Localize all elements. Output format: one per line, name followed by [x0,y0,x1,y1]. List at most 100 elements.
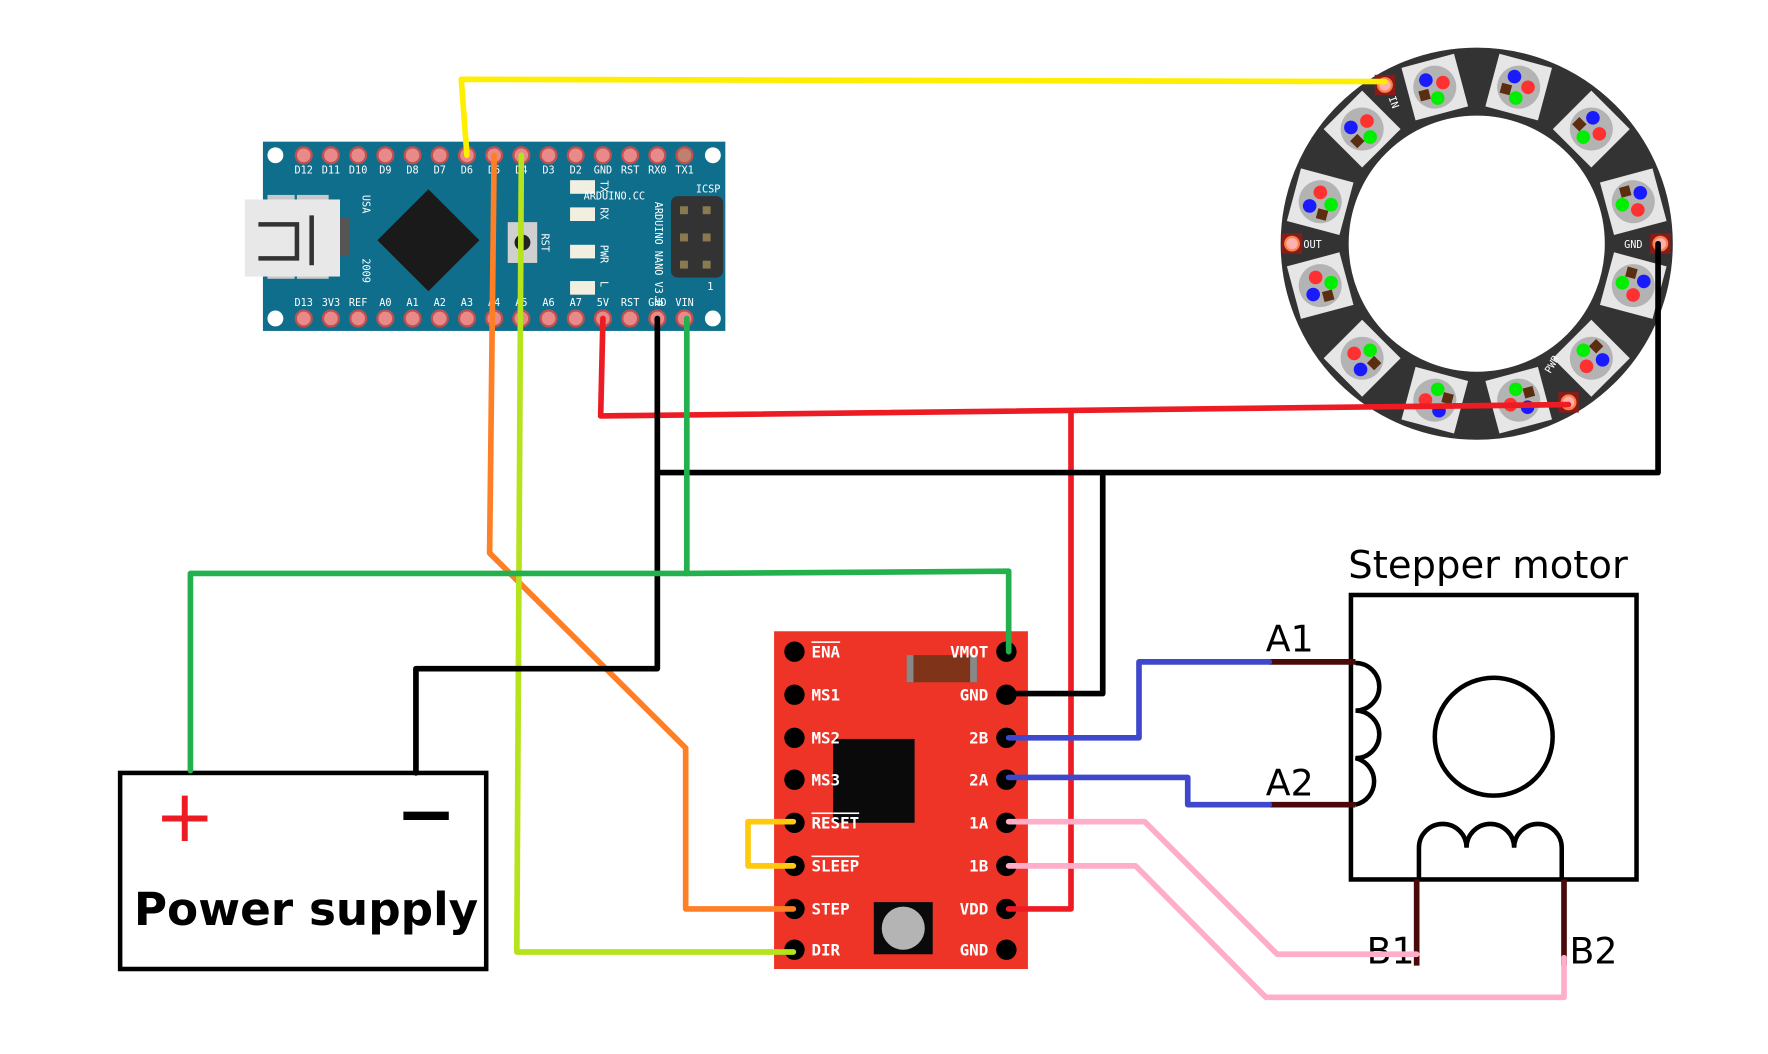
pin-a6[interactable] [539,309,558,328]
pin-a7[interactable] [566,309,585,328]
driver-pin-label: MS3 [811,770,840,789]
pin-label: A2 [434,298,446,309]
usb-connector [244,199,340,277]
pin-label: A6 [542,298,554,309]
icsp-pin [702,206,711,215]
wire-gnd-supply [413,315,661,776]
driver-pin-gnd[interactable] [996,939,1017,960]
pin-d2[interactable] [566,146,585,165]
pin-rst[interactable] [621,309,640,328]
pin-d10[interactable] [349,146,368,165]
driver-pin-label: 1A [969,813,989,832]
pin-label: 3V3 [322,298,340,309]
driver-pin-label: VDD [960,900,989,919]
pin-label: GND [648,298,666,309]
brand-label: ARDUINO.CC [584,191,645,202]
lead-a2: A2 [1266,762,1314,805]
plus-terminal: + [154,775,215,859]
minus-terminal: − [396,773,457,857]
pin-a1[interactable] [403,309,422,328]
pin-d11[interactable] [321,146,340,165]
pin-label: D7 [434,165,446,176]
driver-pin-label: STEP [811,900,849,919]
pin-label: RX0 [648,165,666,176]
pin-label: D3 [542,165,554,176]
pin-a0[interactable] [376,309,395,328]
led-label: RX [598,207,609,220]
pin-d8[interactable] [403,146,422,165]
mounting-hole [267,310,284,327]
driver-pin-ms1[interactable] [784,684,805,705]
pin-d13[interactable] [294,309,313,328]
led-ring: OUT GND IN PWR [1280,47,1673,440]
pin-label: D6 [461,165,473,176]
pin-label: D12 [295,165,313,176]
icsp-pin [702,233,711,242]
driver-chip [833,738,915,823]
pin-label: A1 [406,298,418,309]
motor-title: Stepper motor [1348,543,1628,588]
led-rx [570,207,595,221]
pin-d7[interactable] [430,146,449,165]
mounting-hole [704,147,721,164]
pin-label: REF [349,298,367,309]
icsp-pin1-label: 1 [707,282,713,293]
pin-label: D8 [406,165,418,176]
pin-gnd[interactable] [593,146,612,165]
mounting-hole [267,147,284,164]
driver-pin-label: 1B [969,857,988,876]
pin-a3[interactable] [457,309,476,328]
stepper-motor: Stepper motor A1 A2 B1 B2 [1266,543,1639,972]
driver-pin-label: 2A [969,770,989,789]
icsp-pin [702,260,711,269]
driver-pin-label: RESET [811,813,859,832]
mounting-hole [704,310,721,327]
pin-a2[interactable] [430,309,449,328]
power-supply: + − Power supply [117,770,489,972]
lead-b2: B2 [1569,929,1617,972]
wire-2b-a1 [1005,659,1273,741]
pin-label: TX1 [675,165,693,176]
ring-out-label: OUT [1303,240,1321,251]
icsp-pin [680,260,688,269]
power-supply-label: Power supply [134,883,478,936]
pin-3v3[interactable] [321,309,340,328]
year-label: 2009 [360,258,371,283]
pin-label: A7 [570,298,582,309]
pin-tx1[interactable] [675,146,694,165]
driver-pin-label: MS1 [811,685,840,704]
wire-2a-a2 [1005,774,1273,808]
pin-ref[interactable] [349,309,368,328]
icsp-pin [680,233,688,242]
pin-label: A0 [379,298,391,309]
pin-d12[interactable] [294,146,313,165]
icsp-pin [680,206,688,215]
lead-b1: B1 [1367,929,1415,972]
driver-pin-label: ENA [811,642,840,661]
pin-rst[interactable] [621,146,640,165]
driver-pin-label: GND [960,685,989,704]
driver-pin-label: VMOT [950,642,988,661]
ring-pad-out[interactable] [1284,235,1300,252]
driver-pin-ms3[interactable] [784,769,805,790]
model-label: ARDUINO NANO V3.0 [652,202,663,306]
led-label: PWR [598,245,609,264]
wire-gnd-ring [654,240,1661,476]
pin-d3[interactable] [539,146,558,165]
pin-label: D11 [322,165,340,176]
pin-rx0[interactable] [648,146,667,165]
pin-label: RST [621,298,639,309]
driver-pin-ena[interactable] [784,641,805,662]
pin-label: A3 [461,298,473,309]
rst-label: RST [539,233,550,251]
led-label: L [598,281,609,287]
lead-a1: A1 [1266,618,1314,661]
led-l [570,281,595,295]
led-pwr [570,244,595,259]
driver-pin-label: 2B [969,728,988,747]
usa-label: USA [360,195,371,213]
pin-d9[interactable] [376,146,395,165]
pin-label: 5V [597,298,609,309]
driver-pin-ms2[interactable] [784,727,805,748]
wire-1b-b2 [1005,863,1567,1001]
